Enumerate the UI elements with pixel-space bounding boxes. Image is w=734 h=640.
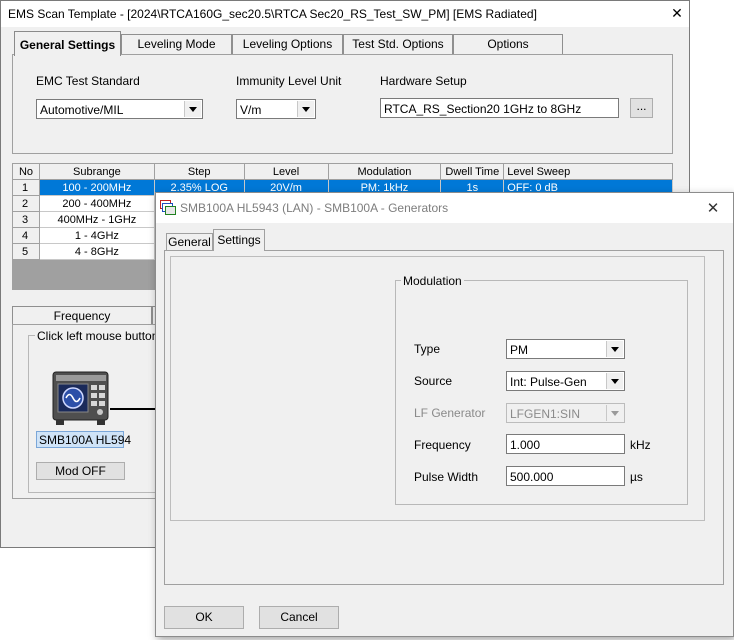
frequency-label: Frequency <box>414 438 471 452</box>
hint-text: Click left mouse button to <box>35 329 174 343</box>
emc-test-standard-select[interactable]: Automotive/MIL <box>36 99 203 119</box>
tab-frequency[interactable]: Frequency <box>12 306 152 325</box>
column-header[interactable]: Level Sweep <box>503 163 673 180</box>
table-header: No Subrange Step Level Modulation Dwell … <box>12 163 673 180</box>
frequency-unit: kHz <box>630 438 651 452</box>
column-header[interactable]: Modulation <box>327 163 442 180</box>
pulse-width-unit: µs <box>630 470 643 484</box>
type-label: Type <box>414 342 441 356</box>
pulse-width-field[interactable]: 500.000 <box>506 466 625 486</box>
column-header[interactable]: Step <box>153 163 245 180</box>
tab-leveling-options[interactable]: Leveling Options <box>232 34 343 54</box>
lf-generator-select[interactable]: LFGEN1:SIN <box>506 403 625 423</box>
emc-test-standard-label: EMC Test Standard <box>36 74 140 88</box>
frequency-field[interactable]: 1.000 <box>506 434 625 454</box>
tab-general[interactable]: General <box>166 233 213 250</box>
cancel-button[interactable]: Cancel <box>259 606 339 629</box>
browse-hardware-button[interactable]: ... <box>630 98 653 118</box>
column-header[interactable]: Level <box>243 163 329 180</box>
column-header[interactable]: Subrange <box>38 163 155 180</box>
close-icon[interactable]: ✕ <box>667 5 687 22</box>
dialog-title-bar: SMB100A HL5943 (LAN) - SMB100A - Generat… <box>156 193 733 223</box>
type-select[interactable]: PM <box>506 339 625 359</box>
title-bar: EMS Scan Template - [2024\RTCA160G_sec20… <box>1 1 689 27</box>
tab-leveling-mode[interactable]: Leveling Mode <box>121 34 232 54</box>
chevron-down-icon[interactable] <box>606 341 623 357</box>
app-windows-icon <box>160 200 176 218</box>
immunity-level-unit-label: Immunity Level Unit <box>236 74 342 88</box>
chevron-down-icon[interactable] <box>606 405 623 421</box>
column-header[interactable]: No <box>12 163 40 180</box>
close-icon[interactable]: ✕ <box>701 199 725 217</box>
generator-dialog: SMB100A HL5943 (LAN) - SMB100A - Generat… <box>155 192 734 637</box>
cable-line <box>110 408 156 410</box>
tab-options[interactable]: Options <box>453 34 563 54</box>
lf-generator-label: LF Generator <box>414 406 486 420</box>
dialog-title: SMB100A HL5943 (LAN) - SMB100A - Generat… <box>180 201 449 215</box>
source-label: Source <box>414 374 453 388</box>
ok-button[interactable]: OK <box>164 606 244 629</box>
tab-test-std-options[interactable]: Test Std. Options <box>343 34 453 54</box>
column-header[interactable]: Dwell Time <box>440 163 505 180</box>
device-label-field[interactable]: SMB100A HL594 <box>36 431 131 448</box>
chevron-down-icon[interactable] <box>184 101 201 117</box>
mod-off-button[interactable]: Mod OFF <box>36 462 125 480</box>
chevron-down-icon[interactable] <box>606 373 623 389</box>
source-select[interactable]: Int: Pulse-Gen <box>506 371 625 391</box>
hardware-setup-label: Hardware Setup <box>380 74 467 88</box>
immunity-level-unit-select[interactable]: V/m <box>236 99 316 119</box>
tab-settings[interactable]: Settings <box>213 229 265 251</box>
modulation-group-title: Modulation <box>401 274 464 288</box>
chevron-down-icon[interactable] <box>297 101 314 117</box>
pulse-width-label: Pulse Width <box>414 470 479 484</box>
signal-generator-icon[interactable] <box>52 371 110 430</box>
tab-general-settings[interactable]: General Settings <box>14 31 121 56</box>
hardware-setup-field[interactable]: RTCA_RS_Section20 1GHz to 8GHz <box>380 98 619 118</box>
window-title: EMS Scan Template - [2024\RTCA160G_sec20… <box>8 7 537 21</box>
